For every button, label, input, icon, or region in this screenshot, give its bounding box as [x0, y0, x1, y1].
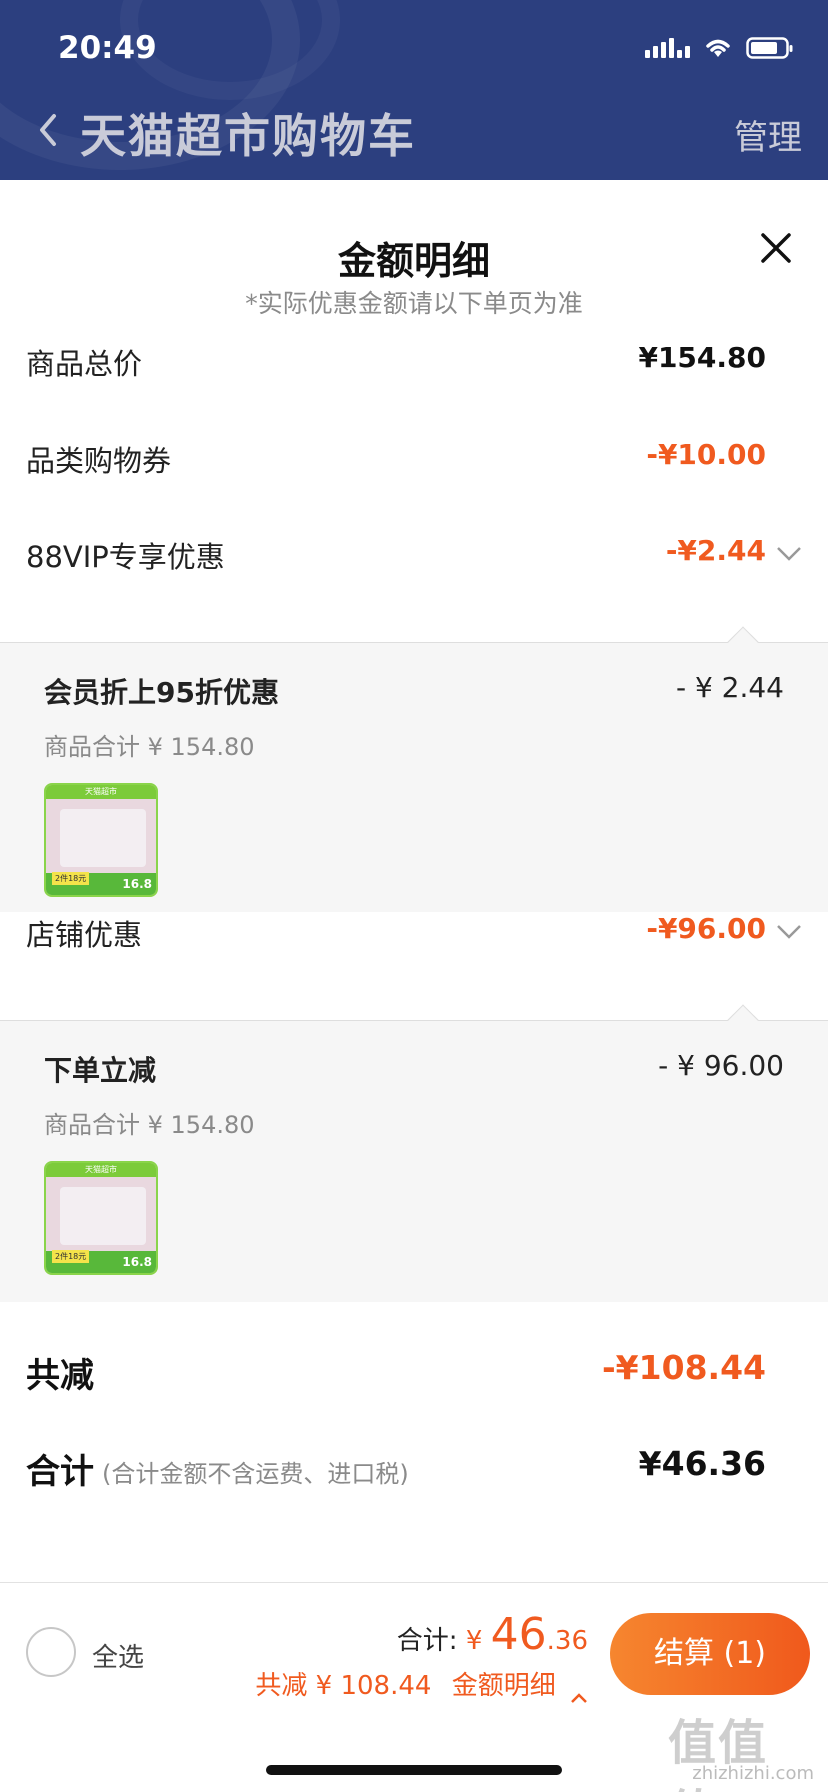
status-icons	[645, 36, 794, 60]
vip-detail-title: 会员折上95折优惠	[44, 676, 279, 709]
bottom-saving-line[interactable]: 共减 ¥ 108.44 金额明细	[255, 1665, 588, 1703]
signal-icon	[645, 38, 690, 58]
thumb-price: 16.8	[122, 1255, 152, 1269]
store-discount-label: 店铺优惠	[26, 918, 143, 952]
thumb-product-image	[60, 1187, 146, 1245]
home-indicator[interactable]	[266, 1765, 562, 1775]
store-detail-title: 下单立减	[44, 1054, 157, 1087]
bottom-total-integer: 46	[490, 1609, 547, 1660]
bottom-total-currency: ¥	[465, 1626, 483, 1656]
vip-detail-subtotal: 商品合计 ¥ 154.80	[44, 733, 255, 761]
bottom-total: 合计: ¥ 46.36	[397, 1609, 588, 1660]
goods-total-value: ¥154.80	[638, 341, 766, 374]
product-thumbnail[interactable]: 天猫超市 2件18元 16.8	[44, 783, 158, 897]
category-coupon-row: 品类购物券 -¥10.00	[0, 412, 828, 502]
bottom-total-decimal: .36	[546, 1626, 588, 1656]
chevron-up-icon[interactable]	[570, 1681, 588, 1703]
chevron-down-icon[interactable]	[776, 546, 802, 562]
watermark-logo: 值值值 zhizhizhi.com	[668, 1703, 818, 1792]
chevron-down-icon[interactable]	[776, 924, 802, 940]
vip-discount-value: -¥2.44	[665, 534, 766, 567]
thumb-header-text: 天猫超市	[85, 1165, 117, 1174]
thumb-product-image	[60, 809, 146, 867]
detail-notch	[727, 626, 759, 658]
thumb-header-text: 天猫超市	[85, 787, 117, 796]
amount-detail-panel: 金额明细 *实际优惠金额请以下单页为准 商品总价 ¥154.80 品类购物券 -…	[0, 180, 828, 1792]
amount-detail-link[interactable]: 金额明细	[452, 1671, 556, 1701]
status-time: 20:49	[58, 30, 157, 66]
store-discount-row[interactable]: 店铺优惠 -¥96.00	[0, 886, 828, 976]
vip-discount-row[interactable]: 88VIP专享优惠 -¥2.44	[0, 508, 828, 598]
total-saving-label: 共减	[26, 1356, 94, 1396]
vip-detail-amount: - ¥ 2.44	[675, 671, 784, 704]
battery-icon	[746, 36, 794, 60]
close-icon[interactable]	[756, 228, 796, 268]
checkout-button[interactable]: 结算 (1)	[610, 1613, 810, 1695]
watermark-url: zhizhizhi.com	[692, 1763, 814, 1784]
back-chevron-icon[interactable]	[34, 110, 64, 150]
store-discount-value: -¥96.00	[646, 912, 766, 945]
thumb-badge: 2件18元	[52, 1250, 90, 1263]
goods-total-label: 商品总价	[26, 347, 143, 381]
manage-button[interactable]: 管理	[734, 110, 802, 159]
goods-total-row: 商品总价 ¥154.80	[0, 315, 828, 405]
detail-notch	[727, 1004, 759, 1036]
panel-title: 金额明细	[337, 239, 490, 283]
select-all-checkbox[interactable]	[26, 1627, 76, 1677]
grand-total-row: 合计 (合计金额不含运费、进口税) ¥46.36	[0, 1424, 828, 1514]
category-coupon-value: -¥10.00	[646, 438, 766, 471]
category-coupon-label: 品类购物券	[26, 444, 172, 478]
vip-discount-label: 88VIP专享优惠	[26, 540, 225, 574]
thumb-badge: 2件18元	[52, 872, 90, 885]
vip-discount-detail: 会员折上95折优惠 - ¥ 2.44 商品合计 ¥ 154.80 天猫超市 2件…	[0, 626, 828, 912]
total-saving-value: -¥108.44	[601, 1348, 766, 1387]
checkout-bar: 全选 合计: ¥ 46.36 共减 ¥ 108.44 金额明细 结算 (1) 值…	[0, 1582, 828, 1792]
bottom-total-prefix: 合计:	[396, 1626, 458, 1656]
store-discount-detail: 下单立减 - ¥ 96.00 商品合计 ¥ 154.80 天猫超市 2件18元 …	[0, 1004, 828, 1302]
wifi-icon	[704, 37, 732, 59]
select-all-label[interactable]: 全选	[92, 1637, 144, 1674]
grand-total-value: ¥46.36	[638, 1444, 766, 1483]
top-header: 20:49 天猫超市购物车 管理	[0, 0, 828, 180]
grand-total-note: (合计金额不含运费、进口税)	[102, 1460, 409, 1488]
total-saving-row: 共减 -¥108.44	[0, 1328, 828, 1418]
product-thumbnail[interactable]: 天猫超市 2件18元 16.8	[44, 1161, 158, 1275]
store-detail-subtotal: 商品合计 ¥ 154.80	[44, 1111, 255, 1139]
store-detail-amount: - ¥ 96.00	[658, 1049, 784, 1082]
bottom-saving-text: 共减 ¥ 108.44	[255, 1671, 432, 1701]
page-title: 天猫超市购物车	[80, 109, 416, 163]
grand-total-label: 合计	[26, 1452, 94, 1492]
